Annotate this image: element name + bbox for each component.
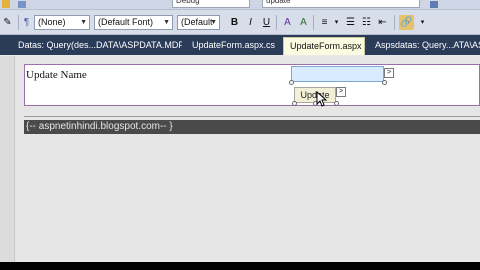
- find-icon[interactable]: [430, 1, 438, 8]
- chevron-down-icon[interactable]: ▾: [329, 15, 344, 30]
- resize-handle[interactable]: [334, 101, 339, 106]
- resize-handle[interactable]: [292, 101, 297, 106]
- block-format-select[interactable]: (None) ▼: [34, 15, 90, 30]
- underline-button[interactable]: U: [259, 15, 274, 30]
- chevron-down-icon: ▼: [163, 19, 170, 26]
- solution-config-select[interactable]: Debug: [172, 0, 250, 8]
- italic-button[interactable]: I: [243, 15, 258, 30]
- formatting-toolbar: ✎ ¶ (None) ▼ (Default Font) ▼ (Default ▼…: [0, 10, 480, 35]
- font-color-icon[interactable]: A: [280, 15, 295, 30]
- resize-handle[interactable]: [382, 80, 387, 85]
- bottom-border: [0, 262, 480, 270]
- standard-toolbar: Debug update: [0, 0, 480, 10]
- tab-label: UpdateForm.aspx.cs: [192, 40, 276, 50]
- bullets-icon[interactable]: ☰: [343, 15, 358, 30]
- tab-aspsdatas-query[interactable]: Aspsdatas: Query...ATA\ASPDATA.MDF): [369, 38, 480, 53]
- font-name-select[interactable]: (Default Font) ▼: [94, 15, 173, 30]
- tab-label: UpdateForm.aspx: [290, 41, 362, 51]
- tab-datas-query[interactable]: Datas: Query(des...DATA\ASPDATA.MDF): [12, 38, 182, 53]
- style-icon[interactable]: ¶: [19, 15, 34, 30]
- toolbar-separator: [276, 15, 277, 30]
- font-name-value: (Default Font): [98, 17, 154, 27]
- mouse-cursor-icon: [316, 91, 328, 107]
- update-name-label: Update Name: [26, 69, 87, 81]
- name-textbox[interactable]: [291, 66, 384, 82]
- chevron-down-icon: ▼: [210, 19, 217, 26]
- tab-updateform-aspx[interactable]: UpdateForm.aspx: [283, 37, 365, 55]
- tab-label: Aspsdatas: Query...ATA\ASPDATA.MDF): [375, 40, 480, 50]
- smart-tag-icon[interactable]: >: [336, 87, 346, 97]
- smart-tag-icon[interactable]: >: [384, 68, 394, 78]
- font-size-select[interactable]: (Default ▼: [177, 15, 220, 30]
- numbering-icon[interactable]: ☷: [359, 15, 374, 30]
- bold-button[interactable]: B: [227, 15, 242, 30]
- tab-label: Datas: Query(des...DATA\ASPDATA.MDF): [18, 40, 182, 50]
- highlight-icon[interactable]: A: [296, 15, 311, 30]
- chevron-down-icon: ▼: [80, 19, 87, 26]
- chevron-down-icon[interactable]: ▾: [415, 15, 430, 30]
- footer-comment: {-- aspnetinhindi.blogspot.com-- }: [24, 120, 480, 134]
- resize-handle[interactable]: [289, 80, 294, 85]
- hyperlink-icon[interactable]: 🔗: [399, 15, 414, 30]
- update-form-table[interactable]: [24, 64, 480, 106]
- toolbar-separator: [394, 15, 395, 30]
- format-painter-icon[interactable]: ✎: [0, 15, 15, 30]
- horizontal-rule: [24, 116, 480, 117]
- find-combo[interactable]: update: [262, 0, 420, 8]
- folder-icon[interactable]: [2, 0, 10, 8]
- save-icon[interactable]: [18, 1, 26, 8]
- outdent-icon[interactable]: ⇤: [375, 15, 390, 30]
- tab-updateform-cs[interactable]: UpdateForm.aspx.cs: [186, 38, 276, 53]
- block-format-value: (None): [38, 17, 66, 27]
- font-size-value: (Default: [181, 17, 213, 27]
- toolbar-separator: [313, 15, 314, 30]
- toolbox-strip: [0, 56, 15, 262]
